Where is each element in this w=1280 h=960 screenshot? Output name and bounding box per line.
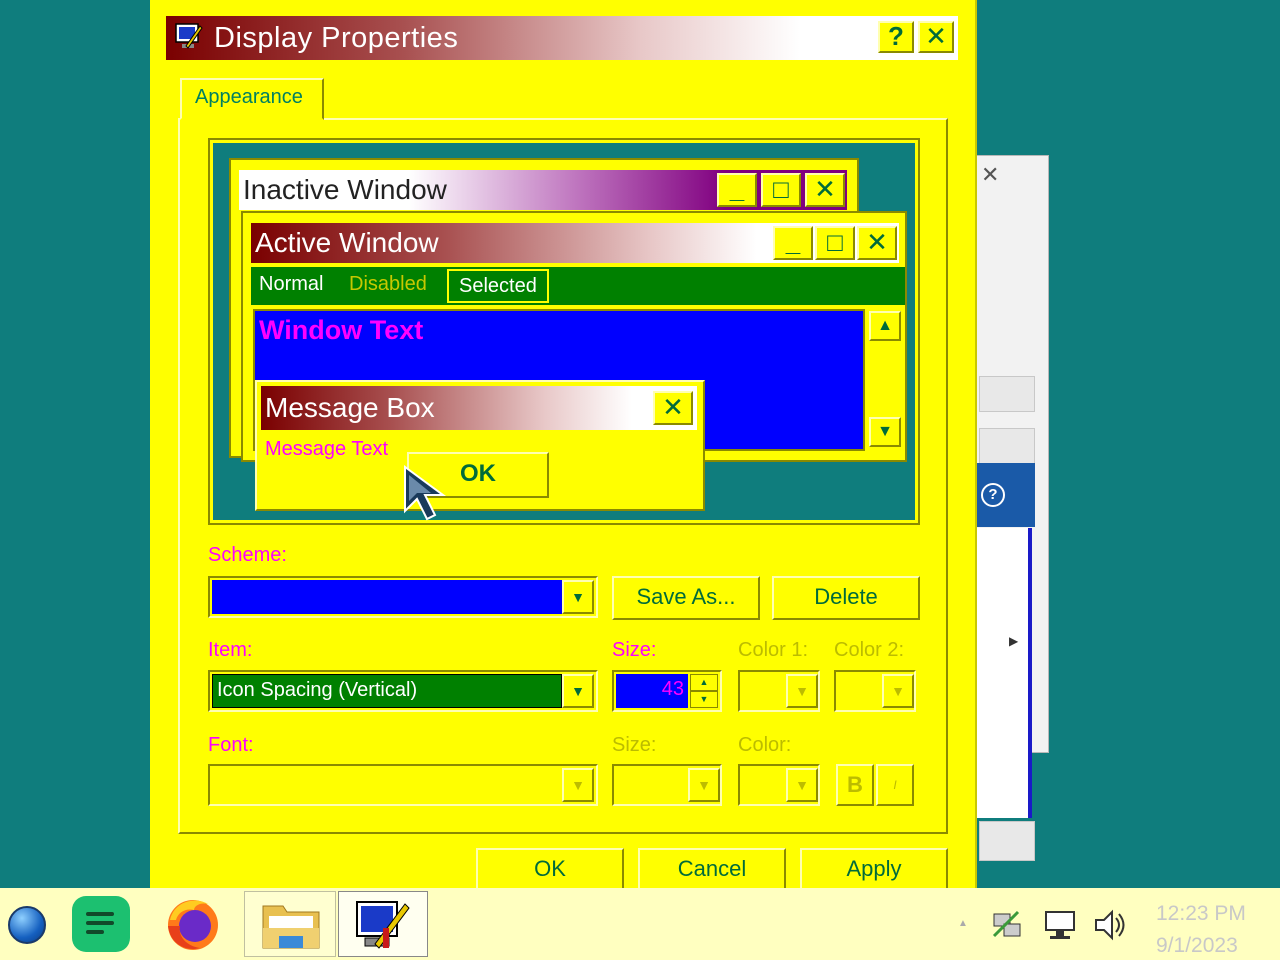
background-toolbar-button[interactable] [979, 376, 1035, 412]
folder-icon [262, 905, 320, 949]
size-spinner[interactable]: 43 ▲ ▼ [612, 670, 722, 712]
font-size-label: Size: [612, 734, 657, 756]
msgbox-title: Message Box [265, 392, 435, 423]
message-text: Message Text [265, 438, 389, 460]
taskbar-file-explorer[interactable] [244, 891, 336, 957]
size-up-icon[interactable]: ▲ [690, 674, 718, 691]
msgbox-titlebar[interactable]: Message Box ✕ [261, 386, 697, 430]
scroll-down-icon[interactable]: ▼ [869, 417, 901, 447]
inactive-minimize-icon[interactable]: _ [717, 173, 757, 207]
clock-time: 12:23 PM [1156, 902, 1246, 925]
background-close-icon[interactable]: ✕ [981, 162, 999, 188]
close-button[interactable]: ✕ [918, 21, 954, 53]
tray-overflow-icon[interactable]: ▲ [958, 918, 968, 929]
italic-button[interactable]: I [876, 764, 914, 806]
inactive-window-title: Inactive Window [243, 174, 447, 205]
font-label: Font: [208, 734, 254, 756]
scheme-select[interactable]: ▼ [208, 576, 598, 618]
item-value[interactable]: Icon Spacing (Vertical) [212, 674, 562, 708]
color1-label: Color 1: [738, 639, 809, 661]
background-help-icon[interactable]: ? [981, 483, 1005, 507]
display-properties-icon [175, 23, 203, 49]
preview-scrollbar[interactable]: ▲ ▼ [867, 309, 903, 451]
color2-select[interactable]: ▼ [834, 670, 916, 712]
tab-appearance[interactable]: Appearance [180, 78, 324, 120]
font-color-dropdown-icon[interactable]: ▼ [786, 768, 818, 802]
display-properties-dialog: Display Properties ? ✕ Appearance Inacti… [150, 0, 977, 892]
network-tray-icon[interactable] [990, 908, 1024, 942]
delete-button[interactable]: Delete [772, 576, 920, 620]
window-text: Window Text [259, 315, 424, 345]
inactive-titlebar[interactable]: Inactive Window _ □ ✕ [239, 170, 847, 210]
inactive-maximize-icon[interactable]: □ [761, 173, 801, 207]
cancel-button[interactable]: Cancel [638, 848, 786, 892]
inactive-close-icon[interactable]: ✕ [805, 173, 845, 207]
active-maximize-icon[interactable]: □ [815, 226, 855, 260]
active-close-icon[interactable]: ✕ [857, 226, 897, 260]
font-color-select[interactable]: ▼ [738, 764, 820, 806]
firefox-icon[interactable] [164, 896, 222, 952]
menu-disabled[interactable]: Disabled [349, 273, 427, 296]
save-as-button[interactable]: Save As... [612, 576, 760, 620]
taskbar-display-properties[interactable] [338, 891, 428, 957]
dialog-titlebar[interactable]: Display Properties ? ✕ [166, 16, 958, 60]
color2-label: Color 2: [834, 639, 905, 661]
help-button[interactable]: ? [878, 21, 914, 53]
background-arrow-icon[interactable]: ▶ [1009, 634, 1018, 648]
background-toolbar-button[interactable] [979, 428, 1035, 464]
taskbar-clock[interactable]: 12:23 PM 9/1/2023 [1156, 898, 1246, 960]
background-window: ✕ ? ▶ [976, 155, 1049, 861]
color1-select[interactable]: ▼ [738, 670, 820, 712]
notes-app-icon[interactable] [72, 896, 130, 952]
font-color-label: Color: [738, 734, 792, 756]
menu-normal[interactable]: Normal [259, 273, 323, 296]
menu-selected: Selected [459, 275, 537, 297]
appearance-preview[interactable]: Inactive Window _ □ ✕ Active Window _ □ … [208, 138, 920, 525]
bold-button[interactable]: B [836, 764, 874, 806]
clock-date: 9/1/2023 [1156, 934, 1238, 957]
menu-selected-box[interactable]: Selected [447, 269, 549, 303]
active-titlebar[interactable]: Active Window _ □ ✕ [251, 223, 899, 263]
background-content [977, 528, 1032, 818]
color2-dropdown-icon[interactable]: ▼ [882, 674, 914, 708]
color1-dropdown-icon[interactable]: ▼ [786, 674, 818, 708]
font-select[interactable]: ▼ [208, 764, 598, 806]
start-menu-icon[interactable] [8, 906, 46, 944]
preview-menubar: Normal Disabled Selected [251, 267, 905, 305]
active-minimize-icon[interactable]: _ [773, 226, 813, 260]
font-size-select[interactable]: ▼ [612, 764, 722, 806]
item-label: Item: [208, 639, 253, 661]
item-select[interactable]: Icon Spacing (Vertical) ▼ [208, 670, 598, 712]
active-window-title: Active Window [255, 227, 439, 258]
font-size-dropdown-icon[interactable]: ▼ [688, 768, 720, 802]
taskbar: ▲ 12:23 PM 9/1/2023 [0, 888, 1280, 960]
scheme-value[interactable] [212, 580, 562, 614]
preview-message-box[interactable]: Message Box ✕ Message Text OK [255, 380, 705, 511]
item-dropdown-icon[interactable]: ▼ [562, 674, 594, 708]
apply-button[interactable]: Apply [800, 848, 948, 892]
font-dropdown-icon[interactable]: ▼ [562, 768, 594, 802]
background-image-button[interactable] [979, 821, 1035, 861]
display-properties-taskbar-icon [356, 901, 410, 949]
scheme-label: Scheme: [208, 544, 287, 566]
volume-icon[interactable] [1092, 908, 1128, 942]
dialog-title: Display Properties [214, 22, 459, 54]
scheme-dropdown-icon[interactable]: ▼ [562, 580, 594, 614]
ok-button[interactable]: OK [476, 848, 624, 892]
scroll-up-icon[interactable]: ▲ [869, 311, 901, 341]
size-value[interactable]: 43 [616, 674, 688, 708]
msgbox-close-icon[interactable]: ✕ [653, 391, 693, 425]
size-down-icon[interactable]: ▼ [690, 691, 718, 708]
size-label: Size: [612, 639, 657, 661]
mouse-cursor-icon [404, 465, 447, 521]
wired-network-icon[interactable] [1042, 908, 1078, 942]
